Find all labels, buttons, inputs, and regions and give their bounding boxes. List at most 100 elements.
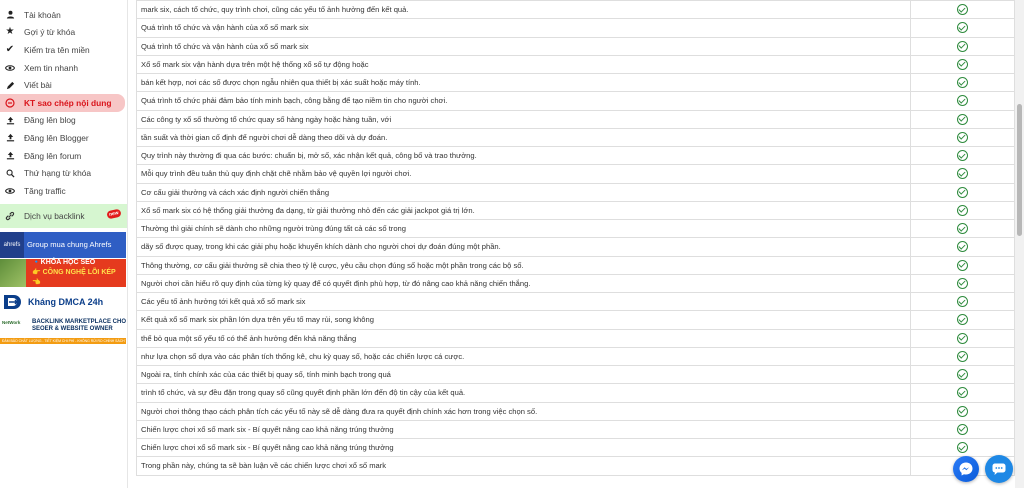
sidebar-item-3[interactable]: ✔ Kiểm tra tên miền xyxy=(0,41,127,59)
sentence-cell: mark six, cách tổ chức, quy trình chơi, … xyxy=(136,0,911,20)
status-cell xyxy=(910,291,1015,312)
table-row: bán kết hợp, nơi các số được chọn ngẫu n… xyxy=(136,72,1015,93)
status-cell xyxy=(910,145,1015,166)
messenger-button[interactable] xyxy=(953,456,979,482)
sentence-cell: Thường thì giải chính sẽ dành cho những … xyxy=(136,218,911,239)
check-circle-icon xyxy=(957,131,968,143)
status-cell xyxy=(910,383,1015,403)
banner-title: BACKLINK MARKETPLACE CHO SEOER & WEBSITE… xyxy=(32,319,126,333)
banner-strip: ĐẢM BẢO CHẤT LƯỢNG - TIẾT KIỆM CHI PHÍ -… xyxy=(0,337,126,344)
sidebar-item-9[interactable]: Đăng lên forum xyxy=(0,147,127,165)
sentence-cell: Quá trình tổ chức và vận hành của xổ số … xyxy=(136,18,911,38)
sentence-cell: Trong phần này, chúng ta sẽ bàn luận về … xyxy=(136,456,911,476)
sidebar-item-label: Dịch vụ backlink xyxy=(24,210,85,221)
table-row: Ngoài ra, tính chính xác của các thiết b… xyxy=(136,364,1015,385)
sentence-cell: Thông thường, cơ cấu giải thưởng sẽ chia… xyxy=(136,255,911,275)
network-logo: NetWork xyxy=(2,319,21,325)
sentence-cell: Các yếu tố ảnh hưởng tới kết quả xổ số m… xyxy=(136,291,911,312)
status-cell xyxy=(910,18,1015,38)
vertical-scrollbar[interactable] xyxy=(1015,0,1024,488)
sidebar-item-label: Đăng lên Blogger xyxy=(24,132,89,143)
table-row: Chiến lược chơi xổ số mark six - Bí quyế… xyxy=(136,437,1015,458)
sentence-cell: dãy số được quay, trong khi các giải phụ… xyxy=(136,237,911,257)
table-row: mark six, cách tổ chức, quy trình chơi, … xyxy=(136,0,1015,20)
table-row: Mỗi quy trình đều tuân thủ quy định chặt… xyxy=(136,164,1015,184)
check-circle-icon xyxy=(957,332,968,344)
status-cell xyxy=(910,310,1015,330)
upload-icon xyxy=(4,114,16,126)
seo-course-banner[interactable]: 🔹KHÓA HỌC SEO 👉 CÔNG NGHỆ LÕI KÉP 👈 xyxy=(0,258,126,287)
sidebar-menu: Tài khoản ★ Gợi ý từ khóa ✔ Kiểm tra tên miề… xyxy=(0,6,127,200)
content-check-table: mark six, cách tổ chức, quy trình chơi, … xyxy=(136,0,1015,476)
chat-bubble-icon xyxy=(992,463,1006,475)
ahrefs-group-banner[interactable]: ahrefs Group mua chung Ahrefs xyxy=(0,231,126,258)
sentence-cell: Cơ cấu giải thưởng và cách xác định ngườ… xyxy=(136,182,911,202)
table-row: Người chơi thông thạo cách phân tích các… xyxy=(136,401,1015,421)
table-row: Quá trình tổ chức và vận hành của xổ số … xyxy=(136,18,1015,38)
status-cell xyxy=(910,182,1015,202)
check-circle-icon xyxy=(957,387,968,399)
status-cell xyxy=(910,419,1015,440)
sentence-cell: Người chơi cần hiểu rõ quy định của từng… xyxy=(136,273,911,294)
sidebar-item-5[interactable]: Viết bài xyxy=(0,76,127,94)
table-row: Thông thường, cơ cấu giải thưởng sẽ chia… xyxy=(136,255,1015,275)
sentence-cell: Chiến lược chơi xổ số mark six - Bí quyế… xyxy=(136,419,911,440)
table-row: Thường thì giải chính sẽ dành cho những … xyxy=(136,218,1015,239)
sidebar-item-8[interactable]: Đăng lên Blogger xyxy=(0,129,127,147)
check-circle-icon xyxy=(957,95,968,107)
banner-line-2: 👉 CÔNG NGHỆ LÕI KÉP 👈 xyxy=(31,268,116,286)
search-icon xyxy=(4,167,16,179)
link-icon xyxy=(4,210,16,222)
live-chat-button[interactable] xyxy=(985,455,1013,483)
sidebar-item-label: Gợi ý từ khóa xyxy=(24,27,76,38)
table-row: thể bỏ qua một số yếu tố có thể ảnh hưởn… xyxy=(136,328,1015,348)
sidebar-item-6[interactable]: KT sao chép nội dung xyxy=(0,93,125,112)
backlink-marketplace-banner[interactable]: NetWork BACKLINK MARKETPLACE CHO SEOER &… xyxy=(0,317,126,349)
ahrefs-logo: ahrefs xyxy=(0,231,24,258)
table-row: Các yếu tố ảnh hưởng tới kết quả xổ số m… xyxy=(136,291,1015,312)
status-cell xyxy=(910,255,1015,275)
dmca-banner[interactable]: Kháng DMCA 24h xyxy=(0,289,126,315)
check-circle-icon xyxy=(957,77,968,89)
status-cell xyxy=(910,273,1015,294)
check-icon: ✔ xyxy=(5,43,15,55)
table-row: Xổ số mark six có hệ thống giải thưởng đ… xyxy=(136,200,1015,221)
sidebar-item-4[interactable]: Xem tin nhanh xyxy=(0,59,127,77)
banner-title-line-2: SEOER & WEBSITE OWNER xyxy=(32,325,113,332)
sidebar-item-11[interactable]: Tăng traffic xyxy=(0,182,127,200)
check-circle-icon xyxy=(957,113,968,125)
sentence-cell: Ngoài ra, tính chính xác của các thiết b… xyxy=(136,364,911,385)
status-cell xyxy=(910,401,1015,421)
sentence-cell: bán kết hợp, nơi các số được chọn ngẫu n… xyxy=(136,72,911,93)
sentence-cell: tần suất và thời gian cố định để người c… xyxy=(136,127,911,148)
sidebar-item-label: Tăng traffic xyxy=(24,185,66,196)
sidebar-item-7[interactable]: Đăng lên blog xyxy=(0,112,127,130)
status-cell xyxy=(910,346,1015,367)
sentence-cell: Quá trình tổ chức phải đảm bảo tính minh… xyxy=(136,91,911,111)
check-circle-icon xyxy=(957,350,968,362)
table-row: Chiến lược chơi xổ số mark six - Bí quyế… xyxy=(136,419,1015,440)
sidebar-item-2[interactable]: ★ Gợi ý từ khóa xyxy=(0,24,127,42)
check-circle-icon xyxy=(957,405,968,417)
status-cell xyxy=(910,91,1015,111)
check-circle-icon xyxy=(957,314,968,326)
check-circle-icon xyxy=(957,259,968,271)
check-circle-icon xyxy=(957,168,968,180)
scrollbar-thumb[interactable] xyxy=(1017,104,1022,236)
sidebar-item-10[interactable]: Thứ hạng từ khóa xyxy=(0,164,127,182)
table-row: tần suất và thời gian cố định để người c… xyxy=(136,127,1015,148)
dmca-logo-icon xyxy=(4,294,21,309)
sentence-cell: Chiến lược chơi xổ số mark six - Bí quyế… xyxy=(136,437,911,458)
table-row: Người chơi cần hiểu rõ quy định của từng… xyxy=(136,273,1015,294)
check-circle-icon xyxy=(957,223,968,235)
sidebar-item-backlink-service[interactable]: Dịch vụ backlink new xyxy=(0,203,127,228)
table-row: trình tổ chức, và sự đều đặn trong quay … xyxy=(136,383,1015,403)
table-row: Quy trình này thường đi qua các bước: ch… xyxy=(136,145,1015,166)
sidebar-item-1[interactable]: Tài khoản xyxy=(0,6,127,24)
status-cell xyxy=(910,200,1015,221)
check-circle-icon xyxy=(957,186,968,198)
table-row: Các công ty xổ số thường tổ chức quay số… xyxy=(136,109,1015,129)
status-cell xyxy=(910,164,1015,184)
sentence-cell: Xổ số mark six vận hành dựa trên một hệ … xyxy=(136,54,911,75)
upload-icon xyxy=(4,132,16,144)
